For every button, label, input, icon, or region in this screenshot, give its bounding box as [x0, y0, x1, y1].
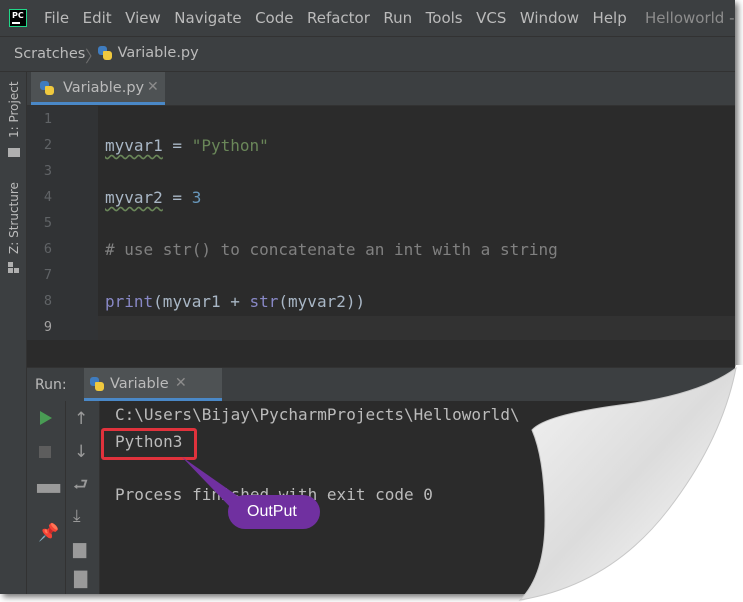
- code-line-8: print(myvar1 + str(myvar2)): [105, 292, 366, 311]
- code-line-2: myvar1 = "Python": [105, 136, 269, 155]
- print-icon[interactable]: ▆: [73, 541, 86, 558]
- line-number: 6: [43, 241, 52, 257]
- menu-navigate[interactable]: Navigate: [174, 9, 241, 27]
- python-file-icon: [39, 80, 55, 96]
- current-line-highlight: [98, 316, 735, 341]
- tab-variable-py[interactable]: Variable.py ✕: [31, 72, 165, 105]
- code-editor[interactable]: myvar1 = "Python" myvar2 = 3 # use str()…: [98, 106, 735, 341]
- project-tool-button[interactable]: 1: Project: [7, 81, 21, 138]
- line-number: 4: [43, 189, 52, 205]
- line-number: 3: [43, 163, 52, 179]
- run-toolbar-primary: ▀▀ 📌: [27, 401, 66, 594]
- trash-icon[interactable]: ▇: [74, 571, 87, 588]
- play-icon[interactable]: [40, 411, 52, 425]
- run-tab-variable[interactable]: Variable ✕: [84, 368, 222, 401]
- python-file-icon: [97, 45, 113, 61]
- menu-code[interactable]: Code: [255, 9, 293, 27]
- callout-label: OutPut: [247, 503, 297, 520]
- menu-window[interactable]: Window: [520, 9, 579, 27]
- line-number: 1: [43, 111, 52, 127]
- pin-icon[interactable]: 📌: [38, 525, 59, 542]
- run-label: Run:: [35, 377, 67, 393]
- editor-tab-bar: Variable.py ✕: [27, 72, 735, 106]
- menu-edit[interactable]: Edit: [83, 9, 112, 27]
- line-number: 2: [43, 137, 52, 153]
- close-icon[interactable]: ✕: [147, 79, 159, 95]
- tab-label: Variable.py: [63, 80, 145, 96]
- breadcrumb-file-label: Variable.py: [117, 45, 199, 61]
- current-line-number: 9: [43, 319, 52, 335]
- logo-text: PC: [12, 11, 24, 20]
- main-menu: File Edit View Navigate Code Refactor Ru…: [44, 0, 640, 36]
- structure-icon: [8, 262, 20, 274]
- soft-wrap-icon[interactable]: ⮐: [73, 477, 88, 494]
- pycharm-window: PC File Edit View Navigate Code Refactor…: [0, 0, 735, 594]
- menu-refactor[interactable]: Refactor: [307, 9, 370, 27]
- scroll-to-end-icon[interactable]: ⤓: [73, 508, 81, 525]
- line-number: 7: [43, 267, 52, 283]
- structure-tool-button[interactable]: Z: Structure: [7, 182, 21, 254]
- breadcrumb: Scratches 〉 Variable.py: [0, 36, 735, 72]
- console-path-line: C:\Users\Bijay\PycharmProjects\Helloworl…: [115, 405, 520, 424]
- menu-tools[interactable]: Tools: [426, 9, 463, 27]
- window-title: Helloworld -: [645, 9, 735, 27]
- layout-icon[interactable]: ▀▀: [37, 485, 60, 502]
- arrow-down-icon[interactable]: ↓: [74, 444, 88, 461]
- code-line-6: # use str() to concatenate an int with a…: [105, 240, 558, 259]
- menu-view[interactable]: View: [125, 9, 161, 27]
- menu-vcs[interactable]: VCS: [476, 9, 506, 27]
- output-callout: OutPut: [228, 495, 320, 529]
- run-tool-header: Run: Variable ✕: [27, 367, 735, 401]
- folder-icon: [8, 148, 20, 157]
- line-number: 5: [43, 215, 52, 231]
- stop-icon[interactable]: [39, 446, 51, 458]
- line-number-gutter: 1 2 3 4 5 6 7 8 9: [27, 106, 98, 341]
- menu-help[interactable]: Help: [593, 9, 627, 27]
- run-toolbar-secondary: ↑ ↓ ⮐ ⤓ ▆ ▇: [66, 401, 100, 594]
- close-icon[interactable]: ✕: [175, 375, 187, 391]
- run-tab-label: Variable: [110, 376, 169, 392]
- python-file-icon: [89, 376, 105, 392]
- editor-bottom-area: [27, 340, 735, 367]
- menu-bar: PC File Edit View Navigate Code Refactor…: [0, 0, 735, 36]
- menu-file[interactable]: File: [44, 9, 69, 27]
- breadcrumb-scratches[interactable]: Scratches: [14, 46, 85, 62]
- menu-run[interactable]: Run: [383, 9, 412, 27]
- breadcrumb-file[interactable]: Variable.py: [97, 45, 199, 61]
- left-tool-strip: 1: Project Z: Structure: [0, 72, 27, 594]
- arrow-up-icon[interactable]: ↑: [74, 411, 88, 428]
- pycharm-logo-icon: PC: [9, 9, 27, 27]
- code-line-4: myvar2 = 3: [105, 188, 202, 207]
- line-number: 8: [43, 293, 52, 309]
